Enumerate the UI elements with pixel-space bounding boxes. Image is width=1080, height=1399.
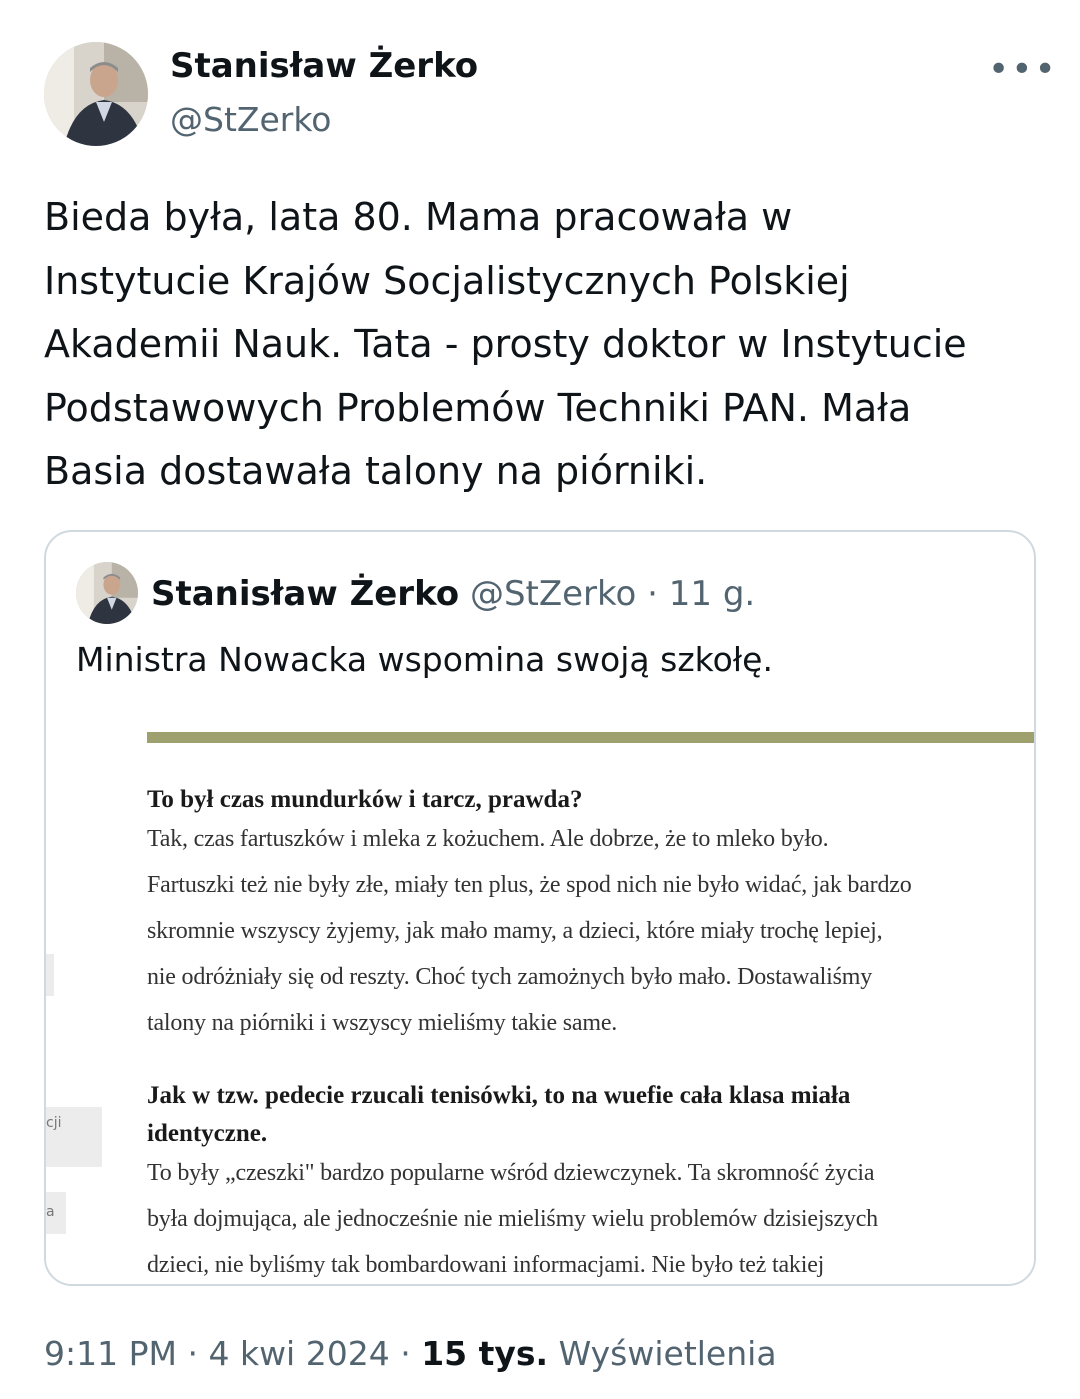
article-question: Jak w tzw. pedecie rzucali tenisówki, to… [147, 1082, 851, 1109]
tweet-text: Bieda była, lata 80. Mama pracowała w In… [44, 186, 1044, 504]
more-options-icon[interactable]: ••• [988, 50, 1056, 90]
quoted-tweet-text: Ministra Nowacka wspomina swoją szkołę. [76, 640, 773, 679]
article-header-bar [147, 732, 1034, 743]
article-question: identyczne. [147, 1120, 268, 1147]
views-label: Wyświetlenia [558, 1334, 777, 1373]
article-answer-line: talony na piórniki i wszyscy mieliśmy ta… [147, 1010, 618, 1036]
article-answer-line: dzieci, nie byliśmy tak bombardowani inf… [147, 1252, 825, 1278]
views-count: 15 tys. [421, 1334, 549, 1373]
quoted-author-avatar[interactable] [76, 562, 138, 624]
meta-separator: · [400, 1334, 411, 1373]
post-date[interactable]: 4 kwi 2024 [208, 1334, 389, 1373]
post-time[interactable]: 9:11 PM [44, 1334, 177, 1373]
article-answer-line: nie odróżniały się od reszty. Choć tych … [147, 964, 872, 990]
article-answer-line: Tak, czas fartuszków i mleka z kożuchem.… [147, 826, 829, 852]
author-handle[interactable]: @StZerko [170, 100, 332, 139]
article-answer-line: To były „czeszki" bardzo popularne wśród… [147, 1160, 875, 1186]
meta-separator: · [187, 1334, 198, 1373]
avatar-photo [44, 42, 148, 146]
author-avatar[interactable] [44, 42, 148, 146]
tweet-line: Instytucie Krajów Socjalistycznych Polsk… [44, 258, 850, 303]
avatar-photo [76, 562, 138, 624]
article-answer-line: Fartuszki też nie były złe, miały ten pl… [147, 872, 912, 898]
tweet-line: Basia dostawała talony na piórniki. [44, 449, 708, 493]
quoted-author-name[interactable]: Stanisław Żerko [151, 574, 459, 614]
tweet-footer: 9:11 PM · 4 kwi 2024 · 15 tys. Wyświetle… [44, 1334, 777, 1373]
author-name[interactable]: Stanisław Żerko [170, 46, 478, 86]
side-fragment-text: a [46, 1204, 55, 1220]
tweet-line: Bieda była, lata 80. Mama pracowała w [44, 195, 793, 239]
side-fragment: a [46, 1192, 66, 1234]
side-fragment: cji [46, 1107, 102, 1167]
article-answer-line: była dojmująca, ale jednocześnie nie mie… [147, 1206, 878, 1232]
quoted-tweet[interactable]: Stanisław Żerko @StZerko · 11 g. Ministr… [44, 530, 1036, 1286]
tweet-line: Akademii Nauk. Tata - prosty doktor w In… [44, 322, 967, 366]
side-fragment [46, 954, 54, 996]
article-question: To był czas mundurków i tarcz, prawda? [147, 786, 583, 813]
article-screenshot-image[interactable]: cji a To był czas mundurków i tarcz, pra… [46, 712, 1034, 1284]
article-answer-line: skromnie wszyscy żyjemy, jak mało mamy, … [147, 918, 883, 944]
tweet-line: Podstawowych Problemów Techniki PAN. Mał… [44, 385, 912, 430]
quoted-author-handle[interactable]: @StZerko [470, 574, 636, 614]
side-fragment-text: cji [46, 1115, 62, 1131]
meta-separator: · [647, 574, 658, 614]
quoted-tweet-meta: Stanisław Żerko @StZerko · 11 g. [151, 570, 755, 618]
quoted-tweet-time[interactable]: 11 g. [669, 574, 755, 614]
